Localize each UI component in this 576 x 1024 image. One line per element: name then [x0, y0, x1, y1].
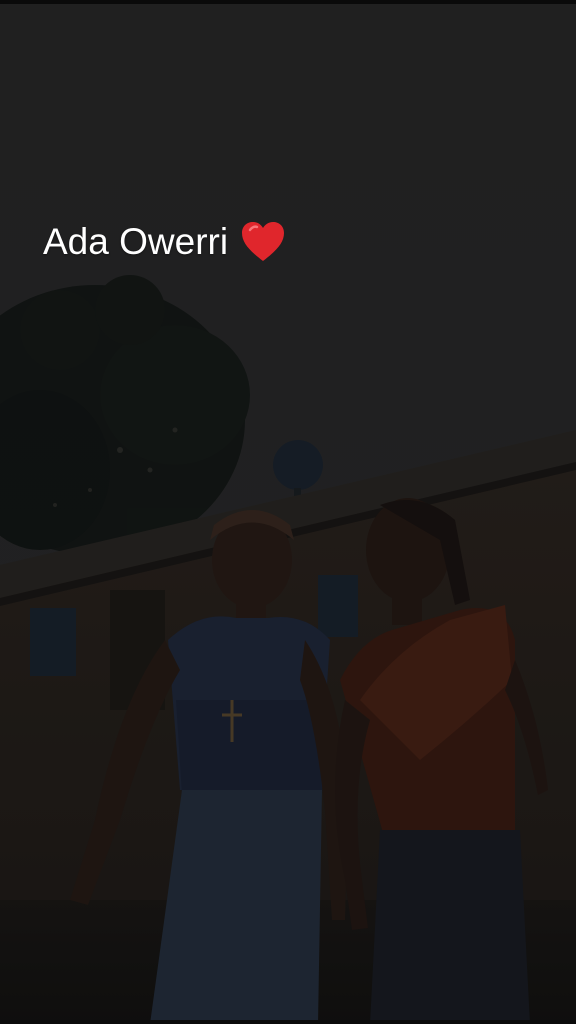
bottom-edge — [0, 1020, 576, 1024]
story-caption: Ada Owerri — [43, 220, 286, 264]
caption-text: Ada Owerri — [43, 221, 229, 262]
top-edge — [0, 0, 576, 4]
red-heart-icon — [242, 222, 285, 261]
dim-overlay — [0, 0, 576, 1024]
story-viewer[interactable]: Ada Owerri — [0, 0, 576, 1024]
